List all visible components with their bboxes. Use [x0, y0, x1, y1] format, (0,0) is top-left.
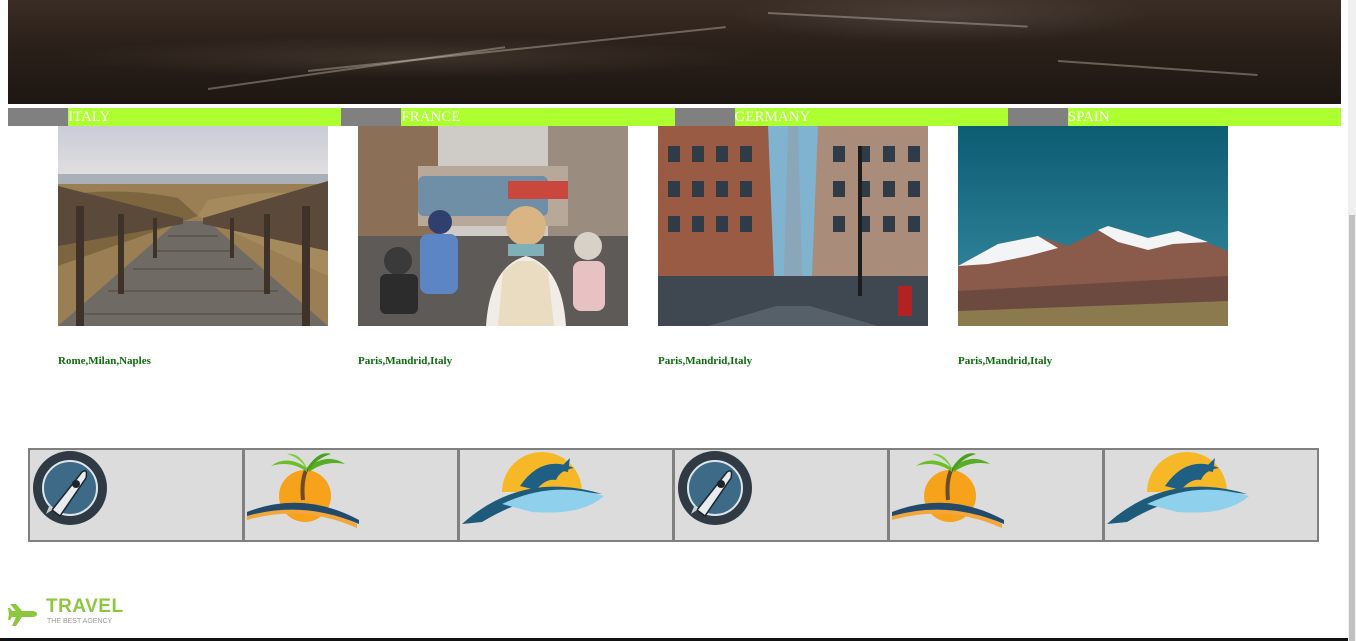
partner-logo[interactable]: [888, 448, 1104, 542]
palm-island-icon: [247, 453, 359, 528]
brand-name: TRAVEL: [46, 596, 124, 617]
destination-card: Paris,Mandrid,Italy: [358, 126, 628, 367]
rocket-badge-icon: [678, 451, 752, 525]
card-cities: Paris,Mandrid,Italy: [658, 355, 753, 367]
partner-logos: [28, 448, 1319, 542]
palm-island-icon: [892, 453, 1004, 528]
card-cities: Paris,Mandrid,Italy: [358, 355, 453, 367]
airplane-icon: [8, 604, 37, 626]
partner-logo[interactable]: [458, 448, 674, 542]
brand-tagline: THE BEST AGENCY: [47, 618, 113, 625]
destination-card: Rome,Milan,Naples: [58, 126, 328, 367]
wooden-boardwalk-photo[interactable]: [58, 126, 328, 326]
card-cities: Paris,Mandrid,Italy: [958, 355, 1053, 367]
tab-france[interactable]: FRANCE: [341, 108, 675, 126]
destination-card: Paris,Mandrid,Italy: [658, 126, 928, 367]
dolphin-sun-icon: [462, 452, 604, 524]
tab-accent: [341, 108, 402, 126]
rocket-badge-icon: [33, 451, 107, 525]
tab-italy[interactable]: ITALY: [8, 108, 342, 126]
partner-logo[interactable]: [673, 448, 889, 542]
tab-label: ITALY: [68, 109, 111, 125]
partner-logo[interactable]: [28, 448, 244, 542]
tab-germany[interactable]: GERMANY: [674, 108, 1008, 126]
snowy-mountain-photo[interactable]: [958, 126, 1228, 326]
hero-banner: [8, 0, 1341, 104]
card-cities: Rome,Milan,Naples: [58, 355, 151, 367]
tab-spain[interactable]: SPAIN: [1007, 108, 1341, 126]
partner-logo[interactable]: [1103, 448, 1319, 542]
tab-accent: [674, 108, 735, 126]
tab-label: FRANCE: [401, 109, 461, 125]
partner-logo[interactable]: [243, 448, 459, 542]
city-street-traveler-photo[interactable]: [358, 126, 628, 326]
country-tabs: ITALY FRANCE GERMANY SPAIN: [8, 108, 1341, 126]
dolphin-sun-icon: [1107, 452, 1249, 524]
skyscraper-street-photo[interactable]: [658, 126, 928, 326]
tab-accent: [1007, 108, 1068, 126]
destination-card: Paris,Mandrid,Italy: [958, 126, 1228, 367]
tab-label: SPAIN: [1067, 109, 1110, 125]
page-scrollbar[interactable]: [1348, 0, 1356, 641]
scrollbar-thumb[interactable]: [1349, 215, 1355, 641]
tab-accent: [8, 108, 68, 126]
tab-label: GERMANY: [734, 109, 811, 125]
